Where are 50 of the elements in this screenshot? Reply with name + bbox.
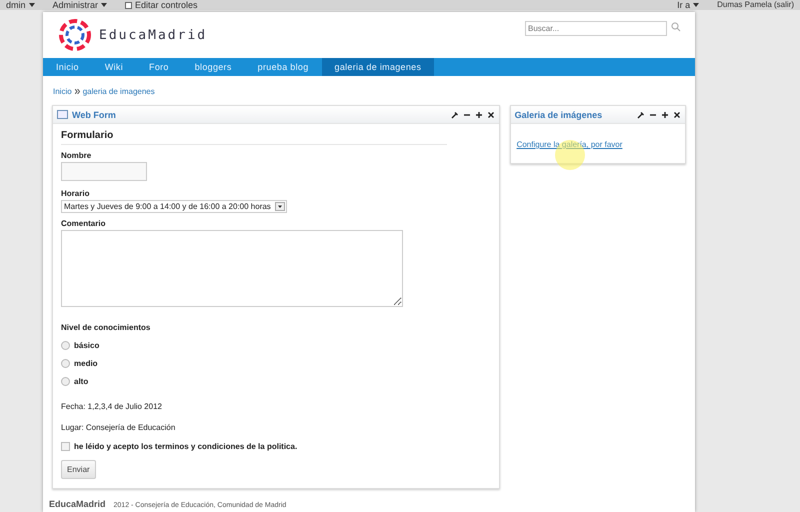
- configure-link[interactable]: Configure la galería, por favor: [516, 140, 622, 149]
- radio-label: medio: [74, 359, 98, 368]
- schedule-select[interactable]: Martes y Jueves de 9:00 a 14:00 y de 16:00 a 20:00 horas: [61, 200, 287, 213]
- form-icon: [57, 110, 68, 119]
- logo-icon: [57, 18, 93, 52]
- name-input[interactable]: [61, 162, 147, 181]
- top-menu[interactable]: dmin: [6, 0, 35, 10]
- breadcrumb-link[interactable]: Inicio: [53, 87, 72, 96]
- nav-tab[interactable]: Foro: [136, 58, 182, 76]
- checkbox-icon: [125, 2, 132, 8]
- breadcrumb-separator-icon: [74, 89, 80, 94]
- nav-tab[interactable]: prueba blog: [244, 58, 322, 76]
- caret-icon: [693, 3, 700, 7]
- nav-tab[interactable]: galeria de imagenes: [322, 58, 434, 76]
- wrench-icon[interactable]: [450, 110, 459, 118]
- radio-button[interactable]: [61, 377, 70, 386]
- portlet-title: Web Form: [72, 110, 117, 120]
- nav-tab[interactable]: bloggers: [182, 58, 245, 76]
- maximize-icon[interactable]: [661, 110, 669, 118]
- nav-tab[interactable]: Inicio: [43, 58, 92, 76]
- submit-button[interactable]: Enviar: [61, 460, 96, 479]
- search-field[interactable]: Buscar...: [525, 21, 667, 36]
- logo-text: EducaMadrid: [99, 28, 208, 42]
- radio-button[interactable]: [61, 359, 70, 368]
- radio-button[interactable]: [61, 341, 70, 350]
- breadcrumb-link[interactable]: galeria de imagenes: [82, 87, 155, 96]
- footer-brand: EducaMadrid: [49, 499, 106, 509]
- terms-checkbox[interactable]: [61, 442, 70, 451]
- field-label: Nivel de conocimientos: [61, 323, 152, 332]
- field-label: Horario: [61, 189, 90, 198]
- place-text: Lugar: Consejería de Educación: [61, 423, 176, 432]
- form-heading: Formulario: [61, 130, 447, 145]
- user-link[interactable]: Dumas Pamela (salir): [717, 0, 794, 10]
- radio-label: alto: [74, 377, 88, 386]
- top-menu[interactable]: Administrar: [52, 0, 108, 10]
- maximize-icon[interactable]: [474, 110, 483, 118]
- field-label: Nombre: [61, 151, 92, 160]
- date-text: Fecha: 1,2,3,4 de Julio 2012: [61, 402, 163, 411]
- caret-icon: [101, 3, 108, 7]
- goto-menu[interactable]: Ir a: [677, 0, 700, 10]
- radio-label: básico: [74, 341, 100, 350]
- close-icon[interactable]: [673, 110, 681, 118]
- close-icon[interactable]: [486, 110, 495, 118]
- edit-controls-toggle[interactable]: Editar controles: [125, 0, 198, 10]
- field-label: Comentario: [61, 219, 106, 228]
- nav-tab[interactable]: Wiki: [92, 58, 136, 76]
- caret-icon: [28, 3, 35, 7]
- wrench-icon[interactable]: [637, 110, 645, 118]
- terms-label: he léido y acepto los terminos y condiciones de la politica.: [74, 442, 298, 451]
- portlet-title: Galeria de imágenes: [514, 110, 604, 120]
